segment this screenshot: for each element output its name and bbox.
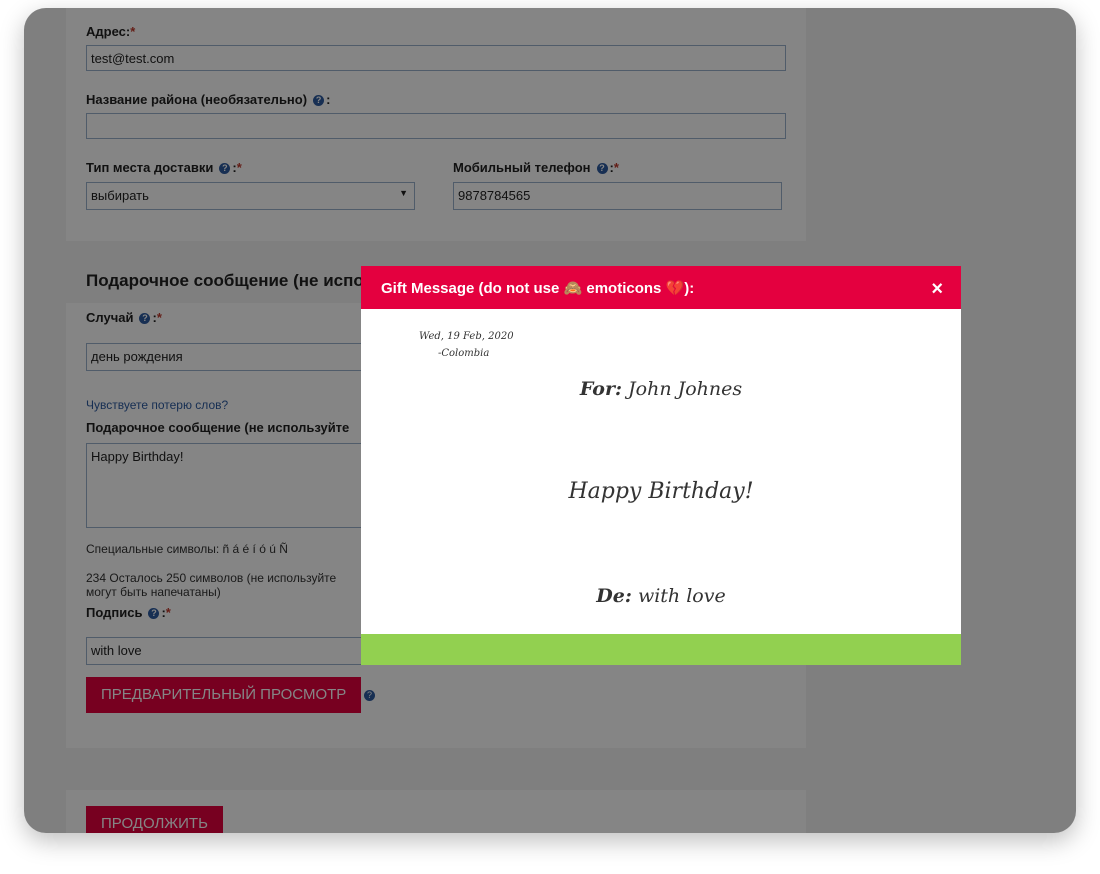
page-frame: Адрес:* test@test.com Название района (н… — [24, 8, 1076, 833]
modal-header: Gift Message (do not use 🙈 emoticons 💔):… — [361, 266, 961, 309]
card-place: -Colombia — [438, 348, 490, 359]
card-for: For: John Johnes — [579, 378, 743, 400]
card-date: Wed, 19 Feb, 2020 — [419, 331, 514, 342]
modal-title: Gift Message (do not use 🙈 emoticons 💔): — [381, 280, 695, 297]
card-message: Happy Birthday! — [568, 479, 754, 504]
close-icon[interactable]: × — [931, 266, 943, 312]
gift-message-modal: Gift Message (do not use 🙈 emoticons 💔):… — [361, 266, 961, 665]
modal-footer — [361, 634, 961, 665]
card-from: De: with love — [596, 585, 726, 607]
